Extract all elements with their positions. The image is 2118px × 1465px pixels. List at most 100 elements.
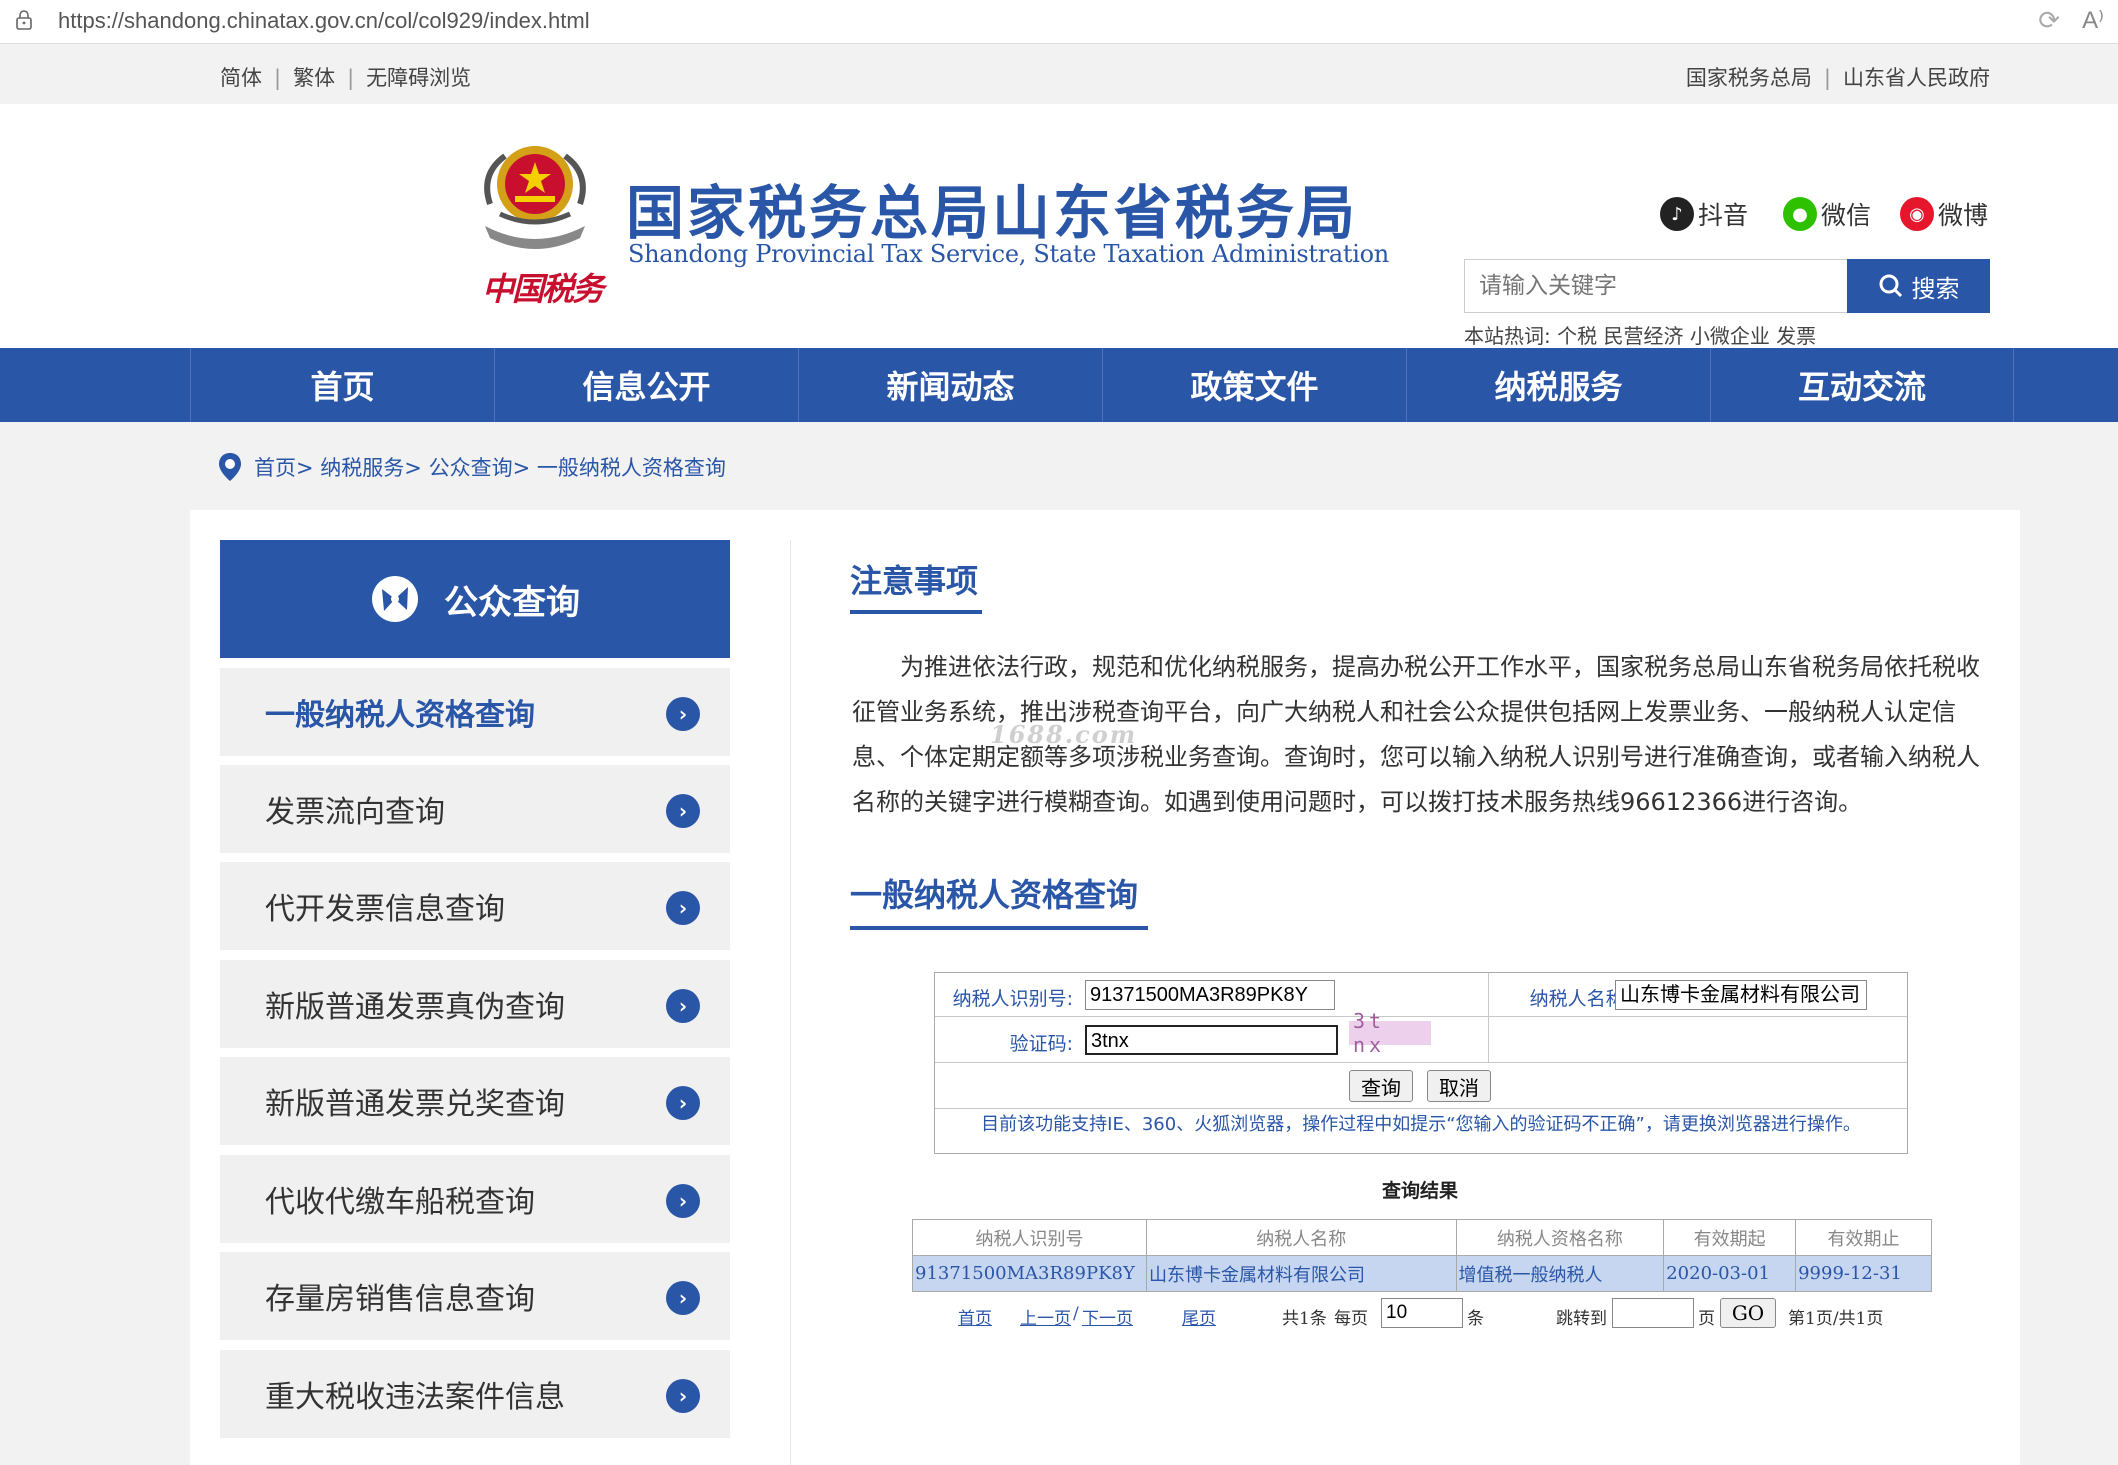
main-content: 公众查询 一般纳税人资格查询 › 发票流向查询 › 代开发票信息查询 › 新版普…: [190, 510, 2020, 1465]
site-header: 中国税务 国家税务总局山东省税务局 Shandong Provincial Ta…: [0, 104, 2118, 348]
main-nav: 首页 信息公开 新闻动态 政策文件 纳税服务 互动交流: [0, 348, 2118, 422]
col-header-taxpayer-id: 纳税人识别号: [912, 1219, 1147, 1256]
tax-emblem-logo: [484, 146, 586, 249]
browser-address-bar[interactable]: https://shandong.chinatax.gov.cn/col/col…: [0, 0, 2118, 44]
wechat-label: 微信: [1821, 201, 1872, 230]
pager-prev[interactable]: 上一页: [1020, 1304, 1071, 1329]
emblem-caption: 中国税务: [482, 270, 604, 308]
query-title: 一般纳税人资格查询: [850, 876, 1139, 914]
search-icon: [1879, 274, 1902, 298]
lock-icon: [16, 10, 32, 30]
captcha-image[interactable]: 3t nx: [1349, 1009, 1431, 1057]
captcha-input[interactable]: 3tnx: [1085, 1025, 1338, 1055]
pager-next[interactable]: 下一页: [1082, 1304, 1133, 1329]
sidebar-item-label: 代收代缴车船税查询: [265, 1185, 535, 1220]
query-cancel-button[interactable]: 取消: [1427, 1070, 1491, 1102]
col-header-valid-to: 有效期止: [1795, 1219, 1932, 1256]
taxpayer-name-input[interactable]: 山东博卡金属材料有限公司: [1615, 980, 1867, 1010]
watermark-text: 1688.com: [990, 720, 1138, 749]
col-header-taxpayer-name: 纳税人名称: [1145, 1219, 1457, 1256]
read-aloud-icon[interactable]: A⁾: [2082, 6, 2104, 35]
url-text[interactable]: https://shandong.chinatax.gov.cn/col/col…: [58, 8, 590, 34]
sidebar-item-issued-invoice-query[interactable]: 代开发票信息查询 ›: [220, 862, 730, 950]
search-button[interactable]: 搜索: [1847, 259, 1990, 313]
sidebar-item-housing-sale-query[interactable]: 存量房销售信息查询 ›: [220, 1252, 730, 1340]
chevron-right-icon: ›: [666, 989, 700, 1023]
link-shandong-government[interactable]: 山东省人民政府: [1843, 66, 1990, 90]
weibo-link[interactable]: ◉ 微博: [1900, 196, 1988, 232]
notice-title-underline: [850, 610, 982, 614]
pager-first[interactable]: 首页: [958, 1304, 992, 1329]
sidebar-item-label: 新版普通发票真伪查询: [265, 990, 565, 1025]
site-title[interactable]: 国家税务总局山东省税务局: [626, 166, 1358, 250]
nav-interaction[interactable]: 互动交流: [1710, 348, 2014, 422]
sidebar-item-invoice-lottery-query[interactable]: 新版普通发票兑奖查询 ›: [220, 1057, 730, 1145]
site-subtitle: Shandong Provincial Tax Service, State T…: [628, 240, 1389, 268]
col-header-valid-from: 有效期起: [1663, 1219, 1797, 1256]
douyin-link[interactable]: ♪ 抖音: [1660, 196, 1748, 232]
douyin-label: 抖音: [1698, 201, 1749, 230]
search-input[interactable]: [1465, 260, 1845, 312]
wechat-icon: ●: [1783, 197, 1817, 231]
search-button-label: 搜索: [1911, 274, 1960, 303]
divider: |: [1823, 66, 1831, 90]
per-page-input[interactable]: 10: [1381, 1298, 1463, 1328]
breadcrumb-tax-service[interactable]: 纳税服务>: [320, 452, 422, 482]
sidebar-title: 公众查询: [444, 582, 580, 623]
col-header-qualification: 纳税人资格名称: [1455, 1219, 1665, 1256]
sidebar-item-label: 代开发票信息查询: [265, 892, 505, 927]
divider: |: [274, 66, 282, 90]
taxpayer-id-input[interactable]: 91371500MA3R89PK8Y: [1085, 980, 1335, 1010]
result-table: 纳税人识别号 纳税人名称 纳税人资格名称 有效期起 有效期止 91371500M…: [912, 1219, 1932, 1292]
link-traditional[interactable]: 繁体: [293, 66, 335, 90]
taxpayer-id-label: 纳税人识别号:: [952, 988, 1073, 1010]
sidebar-item-label: 新版普通发票兑奖查询: [265, 1087, 565, 1122]
link-accessibility[interactable]: 无障碍浏览: [366, 66, 471, 90]
browser-tip: 目前该功能支持IE、360、火狐浏览器，操作过程中如提示“您输入的验证码不正确”…: [981, 1114, 1861, 1135]
sidebar-item-general-taxpayer-query[interactable]: 一般纳税人资格查询 ›: [220, 668, 730, 756]
pager-last[interactable]: 尾页: [1182, 1304, 1216, 1329]
pager-slash: /: [1073, 1304, 1079, 1324]
chevron-right-icon: ›: [666, 1281, 700, 1315]
douyin-icon: ♪: [1660, 197, 1694, 231]
sidebar-item-vehicle-tax-query[interactable]: 代收代缴车船税查询 ›: [220, 1155, 730, 1243]
link-simplified[interactable]: 简体: [220, 66, 262, 90]
chevron-right-icon: ›: [666, 697, 700, 731]
link-state-taxation[interactable]: 国家税务总局: [1686, 66, 1812, 90]
chevron-right-icon: ›: [666, 1184, 700, 1218]
hot-words-list[interactable]: 个税 民营经济 小微企业 发票: [1557, 324, 1816, 348]
result-title: 查询结果: [1382, 1180, 1459, 1202]
breadcrumb-public-query[interactable]: 公众查询>: [429, 452, 531, 482]
pager-total: 共1条: [1282, 1309, 1327, 1329]
nav-home[interactable]: 首页: [190, 348, 494, 422]
wechat-link[interactable]: ● 微信: [1783, 196, 1871, 232]
nav-tax-service[interactable]: 纳税服务: [1406, 348, 1710, 422]
pager-per-page-label: 每页: [1334, 1309, 1368, 1329]
breadcrumb-current[interactable]: 一般纳税人资格查询: [537, 452, 726, 482]
sidebar-item-invoice-flow-query[interactable]: 发票流向查询 ›: [220, 765, 730, 853]
jump-page-input[interactable]: [1612, 1298, 1694, 1328]
sidebar-item-label: 一般纳税人资格查询: [265, 698, 535, 733]
nav-news[interactable]: 新闻动态: [798, 348, 1102, 422]
hot-words: 本站热词: 个税 民营经济 小微企业 发票: [1464, 320, 1816, 349]
cell-divider: [1488, 1017, 1489, 1063]
pager-page-info: 第1页/共1页: [1788, 1309, 1884, 1329]
form-row-captcha: 验证码: 3tnx 3t nx: [935, 1009, 1907, 1063]
refresh-icon[interactable]: ⟳: [2038, 6, 2060, 36]
divider: |: [347, 66, 355, 90]
sidebar-item-label: 发票流向查询: [265, 795, 445, 830]
query-title-underline: [850, 926, 1148, 930]
chevron-right-icon: ›: [666, 1379, 700, 1413]
notice-title: 注意事项: [850, 562, 979, 600]
table-row[interactable]: 91371500MA3R89PK8Y 山东博卡金属材料有限公司 增值税一般纳税人…: [912, 1255, 1932, 1292]
nav-info-disclosure[interactable]: 信息公开: [494, 348, 798, 422]
go-button[interactable]: GO: [1720, 1298, 1776, 1328]
sidebar-item-tax-violation-cases[interactable]: 重大税收违法案件信息 ›: [220, 1350, 730, 1438]
site-search: 搜索: [1464, 259, 1990, 313]
nav-policy[interactable]: 政策文件: [1102, 348, 1406, 422]
sidebar-item-invoice-authenticity-query[interactable]: 新版普通发票真伪查询 ›: [220, 960, 730, 1048]
taxpayer-name-label: 纳税人名称:: [1529, 988, 1631, 1010]
breadcrumb-home[interactable]: 首页>: [254, 452, 314, 482]
location-pin-icon: [219, 453, 241, 481]
query-submit-button[interactable]: 查询: [1349, 1070, 1413, 1102]
